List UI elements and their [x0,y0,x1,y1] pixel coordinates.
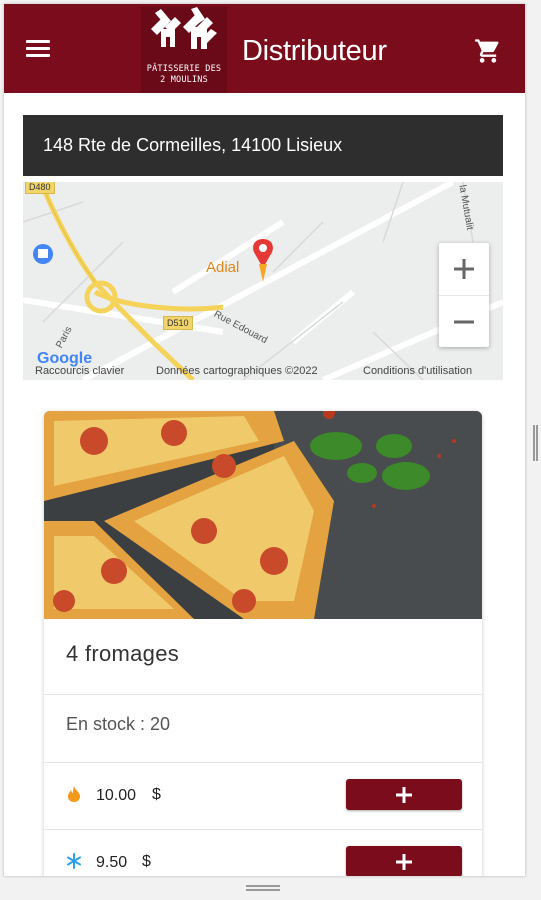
windmill-logo-icon [151,7,217,49]
top-app-bar: PÂTISSERIE DES 2 MOULINS Distributeur [4,4,525,93]
price-row-hot: 10.00 $ [44,763,482,829]
plus-icon [396,787,412,803]
price-row-cold: 9.50 $ [44,830,482,876]
app-window: PÂTISSERIE DES 2 MOULINS Distributeur 14… [4,4,525,876]
zoom-in-button[interactable] [439,243,489,295]
road-tag-d480: D480 [25,182,55,194]
keyboard-shortcuts-link[interactable]: Raccourcis clavier [35,365,124,377]
product-name: 4 fromages [66,641,180,666]
product-card: 4 fromages En stock : 20 10.00 $ 9.50 $ [44,411,482,876]
map-poi-label[interactable]: Adial [206,259,239,276]
page-title: Distributeur [242,35,387,67]
map-view[interactable]: Adial D510 D480 Rue Edouard Paris la Mut… [23,182,503,380]
minus-icon [454,320,474,324]
side-resize-handle[interactable] [533,425,538,461]
terms-of-use-link[interactable]: Conditions d'utilisation [363,365,472,377]
map-zoom-control [439,243,489,347]
plus-icon [454,259,474,279]
price-value: 10.00 [96,787,137,804]
logo-text-line1: PÂTISSERIE DES [146,64,222,74]
stock-info: En stock : 20 [66,714,170,735]
address-bar: 148 Rte de Cormeilles, 14100 Lisieux [23,115,503,176]
shopping-cart-icon[interactable] [474,37,502,65]
stock-label: En stock : 20 [66,714,171,734]
plus-icon [396,854,412,870]
add-to-cart-button-cold[interactable] [346,846,462,876]
product-image [44,411,482,619]
price-value: 9.50 [96,854,128,871]
flame-icon [68,786,80,802]
price-currency: $ [152,786,161,803]
divider [44,694,482,695]
snowflake-icon [67,853,81,869]
map-roads [23,182,503,380]
hamburger-menu-icon[interactable] [26,40,52,60]
map-data-attribution[interactable]: Données cartographiques ©2022 [156,365,318,377]
price-currency: $ [142,853,151,870]
bottom-resize-handle[interactable] [246,885,280,895]
zoom-out-button[interactable] [439,295,489,348]
logo-text-line2: 2 MOULINS [160,75,208,85]
add-to-cart-button-hot[interactable] [346,779,462,810]
map-footer: Raccourcis clavier Données cartographiqu… [23,363,503,380]
road-tag-d510: D510 [163,316,193,330]
bakery-logo[interactable]: PÂTISSERIE DES 2 MOULINS [141,7,227,93]
